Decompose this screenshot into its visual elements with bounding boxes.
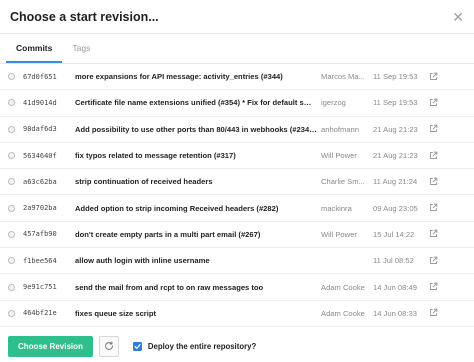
commit-author: mackinra (321, 203, 352, 213)
commit-sha: 2a9702ba (23, 204, 57, 213)
commit-message: fix typos related to message retention (… (75, 151, 236, 161)
commit-date: 15 Jul 14:22 (373, 229, 415, 239)
deploy-entire-repo-label: Deploy the entire repository? (147, 341, 257, 351)
commit-message: allow auth login with inline username (75, 256, 210, 266)
commit-radio[interactable] (8, 309, 15, 317)
commit-row[interactable]: 41d9014d Certificate file name extensions… (0, 90, 474, 117)
commit-row[interactable]: 9e91c751 send the mail from and rcpt to o… (0, 274, 474, 301)
commit-author: Marcos Ma... (321, 72, 365, 82)
commit-row[interactable]: 457afb90 don't create empty parts in a mu… (0, 222, 474, 249)
commit-author: Adam Cooke (321, 282, 365, 292)
deploy-entire-repo-checkbox[interactable] (132, 341, 142, 351)
dialog-footer: Choose Revision Deploy the entire reposi… (0, 330, 474, 362)
dialog-header: Choose a start revision... ✕ (0, 0, 474, 34)
commit-sha: 464bf21e (23, 309, 57, 318)
commit-date: 11 Jul 08:52 (373, 256, 414, 266)
commit-date: 14 Jun 08:49 (373, 282, 417, 292)
commit-message: strip continuation of received headers (75, 177, 213, 187)
revision-tabs: Commits Tags (0, 34, 474, 64)
commit-message: send the mail from and rcpt to on raw me… (75, 282, 264, 292)
commit-row[interactable]: f1bee564 allow auth login with inline use… (0, 248, 474, 275)
commit-row[interactable]: 98daf6d3 Add possibility to use other por… (0, 117, 474, 143)
commit-radio[interactable] (8, 283, 15, 291)
commit-radio[interactable] (8, 204, 15, 212)
commit-sha: a63c62ba (23, 177, 57, 186)
commit-date: 21 Aug 21:23 (373, 151, 418, 161)
close-icon[interactable]: ✕ (452, 10, 464, 24)
external-link-icon[interactable] (429, 151, 439, 161)
commit-author: Charlie Sm... (321, 177, 365, 187)
commit-sha: 41d9014d (23, 98, 57, 107)
commit-radio[interactable] (8, 257, 15, 265)
commit-date: 11 Sep 19:53 (373, 72, 418, 82)
commit-author: Adam Cooke (321, 308, 365, 318)
commit-author: igerzog (321, 98, 346, 108)
commit-author: Will Power (321, 229, 357, 239)
dialog-title: Choose a start revision... (10, 9, 159, 24)
external-link-icon[interactable] (429, 177, 439, 187)
commit-message: Add possibility to use other ports than … (75, 124, 321, 134)
commit-message: don't create empty parts in a multi part… (75, 229, 261, 239)
commit-row[interactable]: a63c62ba strip continuation of received h… (0, 169, 474, 196)
external-link-icon[interactable] (429, 256, 439, 266)
refresh-icon (105, 341, 113, 350)
check-icon (134, 343, 141, 349)
external-link-icon[interactable] (429, 98, 439, 108)
commit-radio[interactable] (8, 125, 15, 133)
tab-commits-label: Commits (16, 42, 53, 53)
commit-author: anhofmann (321, 124, 359, 134)
commit-date: 11 Aug 21:24 (373, 177, 418, 187)
choose-revision-button[interactable]: Choose Revision (8, 335, 93, 357)
external-link-icon[interactable] (429, 282, 439, 292)
tab-tags[interactable]: Tags (62, 34, 100, 63)
commit-date: 09 Aug 23:05 (373, 203, 418, 213)
commit-radio[interactable] (8, 178, 15, 186)
commit-sha: 9e91c751 (23, 283, 57, 292)
tab-commits[interactable]: Commits (6, 34, 63, 63)
start-revision-dialog: Choose a start revision... ✕ Commits Tag… (0, 0, 474, 362)
refresh-button[interactable] (98, 335, 119, 357)
commit-sha: f1bee564 (23, 256, 57, 265)
commit-author: Will Power (321, 151, 357, 161)
commit-message: fixes queue size script (75, 308, 157, 318)
external-link-icon[interactable] (429, 124, 439, 134)
external-link-icon[interactable] (429, 203, 439, 213)
commit-radio[interactable] (8, 230, 15, 238)
external-link-icon[interactable] (429, 308, 439, 318)
commit-sha: 457afb90 (23, 230, 57, 239)
commit-message: Certificate file name extensions unified… (75, 98, 321, 108)
commit-sha: 67d0f651 (23, 72, 57, 81)
commit-row[interactable]: 67d0f651 more expansions for API message:… (0, 64, 474, 91)
commit-sha: 98daf6d3 (23, 125, 57, 134)
tab-tags-label: Tags (72, 42, 91, 53)
commit-row[interactable]: 5634640f fix typos related to message ret… (0, 143, 474, 170)
commit-message: more expansions for API message: activit… (75, 72, 283, 82)
commit-radio[interactable] (8, 152, 15, 160)
commit-list: 67d0f651 more expansions for API message:… (0, 64, 474, 327)
commit-date: 11 Sep 19:53 (373, 98, 418, 108)
external-link-icon[interactable] (429, 229, 439, 239)
commit-message: Added option to strip incoming Received … (75, 203, 279, 213)
commit-sha: 5634640f (23, 151, 57, 160)
commit-radio[interactable] (8, 99, 15, 107)
commit-date: 14 Jun 08:33 (373, 308, 417, 318)
commit-row[interactable]: 464bf21e fixes queue size script Adam Cook… (0, 301, 474, 327)
commit-radio[interactable] (8, 73, 15, 81)
commit-date: 21 Aug 21:23 (373, 124, 418, 134)
commit-row[interactable]: 2a9702ba Added option to strip incoming R… (0, 195, 474, 222)
external-link-icon[interactable] (429, 72, 439, 82)
